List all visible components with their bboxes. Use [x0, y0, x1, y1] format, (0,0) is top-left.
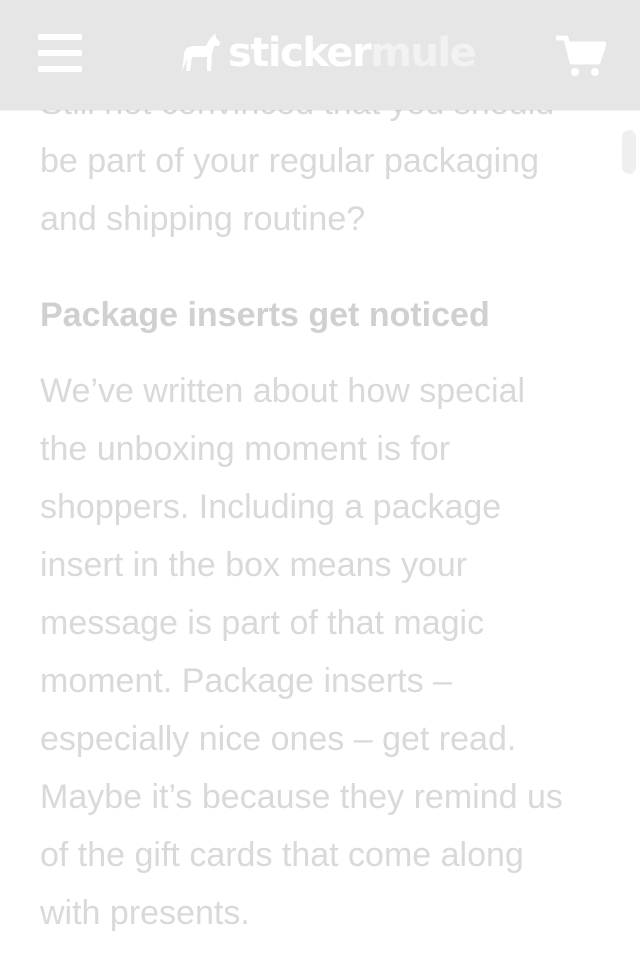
- section-heading: Package inserts get noticed: [40, 296, 490, 334]
- shopping-cart-icon[interactable]: [556, 34, 606, 78]
- mule-logo-icon: [182, 33, 220, 71]
- hamburger-menu-icon[interactable]: [38, 34, 82, 72]
- body-paragraph: We’ve written about how special the unbo…: [40, 372, 563, 932]
- top-nav-bar: stickermule: [0, 0, 640, 110]
- scrollbar-thumb[interactable]: [622, 130, 636, 174]
- article-content: Still not convinced that you should be p…: [40, 110, 600, 959]
- logo-text-sticker: sticker: [228, 30, 372, 76]
- stickermule-logo[interactable]: stickermule: [178, 28, 477, 78]
- logo-wordmark: stickermule: [228, 30, 477, 76]
- intro-paragraph: Still not convinced that you should be p…: [40, 110, 554, 238]
- logo-text-mule: mule: [370, 30, 477, 76]
